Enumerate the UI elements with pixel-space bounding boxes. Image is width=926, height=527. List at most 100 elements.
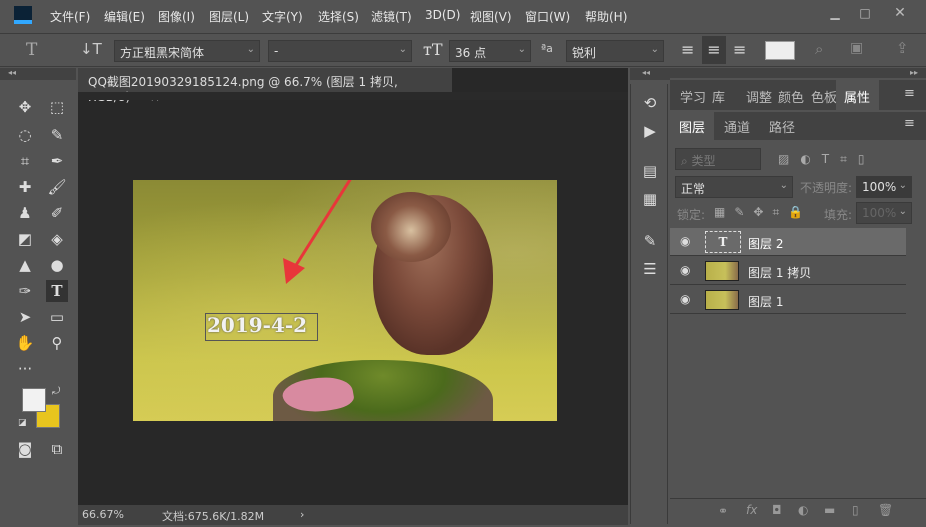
- toolbar-collapse[interactable]: ◂◂: [0, 68, 76, 80]
- menu-edit[interactable]: 编辑(E): [104, 8, 145, 25]
- chevron-down-icon: ⌄: [898, 180, 907, 191]
- swap-colors-icon[interactable]: ⤾: [52, 386, 60, 397]
- tab-properties[interactable]: 属性: [836, 80, 879, 110]
- tab-color[interactable]: 颜色: [778, 87, 804, 106]
- link-layers-icon[interactable]: ⚭: [718, 504, 728, 518]
- character-panel-icon[interactable]: ▣: [850, 40, 863, 56]
- zoom-tool-icon[interactable]: ⚲: [46, 332, 68, 354]
- canvas-text-layer[interactable]: 2019-4-2: [207, 313, 307, 337]
- align-left-icon[interactable]: ≡: [681, 40, 694, 59]
- menu-view[interactable]: 视图(V): [470, 8, 512, 25]
- toggle-orientation-icon[interactable]: ↓T: [80, 40, 102, 58]
- visibility-eye-icon[interactable]: ◉: [680, 234, 690, 248]
- align-right-icon[interactable]: ≡: [733, 40, 746, 59]
- menu-select[interactable]: 选择(S): [318, 8, 359, 25]
- more-tools-icon[interactable]: ···: [14, 358, 36, 380]
- tab-learn[interactable]: 学习: [680, 87, 706, 106]
- font-size-select[interactable]: 36 点 ⌄: [449, 40, 531, 62]
- blur-tool-icon[interactable]: ▲: [14, 254, 36, 276]
- paint-bucket-icon[interactable]: ◈: [46, 228, 68, 250]
- lock-icons[interactable]: ▦✎✥⌗🔒: [714, 205, 812, 220]
- layer-row[interactable]: ◉ 图层 1: [670, 286, 906, 314]
- tab-swatches[interactable]: 色板: [811, 87, 837, 106]
- close-window-button[interactable]: ✕: [880, 5, 920, 21]
- notes-panel-icon[interactable]: ▦: [639, 188, 661, 210]
- antialias-select[interactable]: 锐利 ⌄: [566, 40, 664, 62]
- screen-mode-icon[interactable]: ⧉: [46, 438, 68, 460]
- ruler-gap: [78, 92, 628, 100]
- tab-adjustments[interactable]: 调整: [746, 87, 772, 106]
- new-layer-icon[interactable]: ▯: [852, 503, 859, 517]
- type-tool-icon[interactable]: T: [46, 280, 68, 302]
- pen-tool-icon[interactable]: ✑: [14, 280, 36, 302]
- layer-row[interactable]: ◉ 图层 1 拷贝: [670, 257, 906, 285]
- collapsed-panels-dock: ⟲ ▶ ▤ ▦ ✎ ☰: [630, 84, 668, 524]
- font-style-select[interactable]: - ⌄: [268, 40, 412, 62]
- foreground-color-swatch[interactable]: [22, 388, 46, 412]
- brush-tool-icon[interactable]: 🖌: [46, 176, 68, 198]
- visibility-eye-icon[interactable]: ◉: [680, 263, 690, 277]
- hand-tool-icon[interactable]: ✋: [14, 332, 36, 354]
- rectangle-tool-icon[interactable]: ▭: [46, 306, 68, 328]
- font-family-select[interactable]: 方正粗黑宋简体 ⌄: [114, 40, 260, 62]
- tab-libraries[interactable]: 库: [712, 87, 725, 106]
- tab-channels[interactable]: 通道: [724, 117, 750, 136]
- delete-layer-icon[interactable]: 🗑: [878, 503, 893, 517]
- share-icon[interactable]: ⇪: [896, 39, 909, 57]
- paragraph-panel-icon[interactable]: ▤: [639, 160, 661, 182]
- visibility-eye-icon[interactable]: ◉: [680, 292, 690, 306]
- opacity-field[interactable]: 100% ⌄: [856, 176, 912, 198]
- add-mask-icon[interactable]: ◘: [772, 503, 782, 517]
- healing-brush-icon[interactable]: ✚: [14, 176, 36, 198]
- tab-paths[interactable]: 路径: [769, 117, 795, 136]
- zoom-level[interactable]: 66.67%: [82, 508, 124, 521]
- align-center-icon[interactable]: ≡: [702, 36, 726, 64]
- path-select-icon[interactable]: ➤: [14, 306, 36, 328]
- document-tab[interactable]: QQ截图20190329185124.png @ 66.7% (图层 1 拷贝,…: [78, 68, 452, 104]
- menu-window[interactable]: 窗口(W): [525, 8, 570, 25]
- marquee-tool-icon[interactable]: ⬚: [46, 96, 68, 118]
- type-tool-preset-icon[interactable]: T: [26, 40, 37, 60]
- menu-filter[interactable]: 滤镜(T): [371, 8, 412, 25]
- minimize-button[interactable]: ▁: [820, 6, 850, 20]
- quick-select-tool-icon[interactable]: ✎: [46, 124, 68, 146]
- adjustment-presets-icon[interactable]: ☰: [639, 258, 661, 280]
- menu-file[interactable]: 文件(F): [50, 8, 90, 25]
- lasso-tool-icon[interactable]: ◌: [14, 124, 36, 146]
- blend-mode-value: 正常: [681, 182, 706, 196]
- actions-panel-icon[interactable]: ▶: [639, 120, 661, 142]
- adjustment-layer-icon[interactable]: ◐: [798, 503, 808, 517]
- brush-settings-icon[interactable]: ✎: [639, 230, 661, 252]
- layer-filter-select[interactable]: ⌕ 类型: [675, 148, 761, 170]
- tab-layers[interactable]: 图层: [670, 112, 714, 140]
- eraser-tool-icon[interactable]: ◩: [14, 228, 36, 250]
- clone-stamp-icon[interactable]: ♟: [14, 202, 36, 224]
- status-menu-arrow[interactable]: ›: [300, 508, 304, 521]
- tools-panel: ✥ ⬚ ◌ ✎ ⌗ ✒ ✚ 🖌 ♟ ✐ ◩ ◈ ▲ ● ✑ T ➤ ▭ ✋ ⚲ …: [4, 86, 74, 506]
- font-size-value: 36 点: [455, 46, 487, 60]
- menu-3d[interactable]: 3D(D): [425, 8, 460, 22]
- default-colors-icon[interactable]: ◪: [18, 418, 27, 428]
- menu-type[interactable]: 文字(Y): [262, 8, 303, 25]
- history-panel-icon[interactable]: ⟲: [639, 92, 661, 114]
- filter-icons[interactable]: ▨◐T⌗▯: [778, 152, 876, 167]
- history-brush-icon[interactable]: ✐: [46, 202, 68, 224]
- fill-field[interactable]: 100% ⌄: [856, 202, 912, 224]
- eyedropper-tool-icon[interactable]: ✒: [46, 150, 68, 172]
- layer-row[interactable]: ◉ T 图层 2: [670, 228, 906, 256]
- text-color-swatch[interactable]: [765, 41, 795, 60]
- quick-mask-icon[interactable]: ◙: [14, 438, 36, 460]
- group-folder-icon[interactable]: ▬: [824, 503, 835, 517]
- menu-help[interactable]: 帮助(H): [585, 8, 627, 25]
- blend-mode-select[interactable]: 正常 ⌄: [675, 176, 793, 198]
- fx-icon[interactable]: fx: [746, 503, 757, 517]
- panel-menu-icon[interactable]: ≡: [904, 116, 915, 131]
- menu-layer[interactable]: 图层(L): [209, 8, 249, 25]
- crop-tool-icon[interactable]: ⌗: [14, 150, 36, 172]
- maximize-button[interactable]: □: [850, 6, 880, 20]
- warp-text-icon[interactable]: ⌕: [815, 40, 823, 58]
- panel-menu-icon[interactable]: ≡: [904, 86, 915, 101]
- menu-image[interactable]: 图像(I): [158, 8, 195, 25]
- move-tool-icon[interactable]: ✥: [14, 96, 36, 118]
- dodge-tool-icon[interactable]: ●: [46, 254, 68, 276]
